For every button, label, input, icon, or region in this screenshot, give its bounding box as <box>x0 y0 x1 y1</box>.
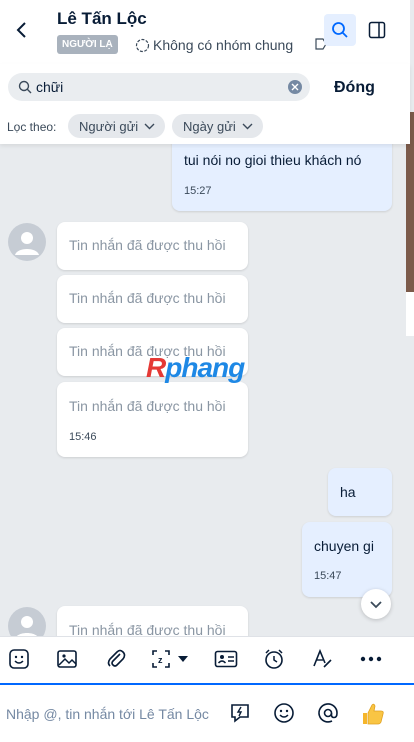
contact-card-icon <box>214 650 238 668</box>
side-panel-icon <box>368 21 386 39</box>
conversation-info-button[interactable] <box>364 16 390 44</box>
text-format-icon <box>313 648 332 668</box>
close-search-button[interactable]: Đóng <box>334 79 375 97</box>
emoji-button[interactable] <box>272 701 296 725</box>
sticker-icon <box>9 649 29 669</box>
more-options-button[interactable] <box>359 647 383 671</box>
mention-button[interactable] <box>316 701 340 725</box>
search-field[interactable] <box>8 73 310 101</box>
message-bubble-recalled[interactable]: Tin nhắn đã được thu hồi 15:46 <box>57 382 248 457</box>
image-button[interactable] <box>55 647 79 671</box>
reminder-button[interactable] <box>262 647 286 671</box>
message-search-bar: Đóng Lọc theo: Người gửi Ngày gửi <box>0 64 410 144</box>
more-icon <box>360 656 382 662</box>
quick-message-icon <box>231 704 249 723</box>
sticker-button[interactable] <box>7 647 31 671</box>
mutual-groups[interactable]: Không có nhóm chung <box>135 35 293 55</box>
chevron-down-icon <box>144 123 155 129</box>
search-icon <box>18 80 32 94</box>
clear-search-button[interactable] <box>288 80 302 94</box>
emoji-icon <box>274 703 294 723</box>
message-text: ha <box>340 484 356 500</box>
svg-text:z: z <box>158 655 163 665</box>
message-text: Tin nhắn đã được thu hồi <box>69 237 226 253</box>
scroll-to-bottom-button[interactable] <box>361 589 391 619</box>
contact-name[interactable]: Lê Tấn Lộc <box>57 9 147 29</box>
message-bubble-recalled[interactable]: Tin nhắn đã được thu hồi <box>57 222 248 270</box>
close-icon <box>291 83 299 91</box>
like-button[interactable] <box>360 701 386 727</box>
message-time: 15:27 <box>184 185 212 197</box>
message-input[interactable] <box>6 703 221 725</box>
message-bubble-recalled[interactable]: Tin nhắn đã được thu hồi <box>57 275 248 323</box>
contact-card-button[interactable] <box>214 647 238 671</box>
paperclip-icon <box>107 649 126 667</box>
filter-label: Lọc theo: <box>7 120 57 134</box>
message-bubble-outgoing[interactable]: chuyen gi 15:47 <box>302 522 392 597</box>
chat-header: Lê Tấn Lộc NGƯỜI LẠ Không có nhóm chung <box>0 0 410 64</box>
message-time: 15:47 <box>314 570 342 582</box>
avatar[interactable] <box>8 223 46 261</box>
message-bubble-outgoing[interactable]: ha <box>328 468 392 516</box>
text-format-button[interactable] <box>310 647 334 671</box>
mutual-groups-label: Không có nhóm chung <box>153 37 294 53</box>
chevron-down-icon <box>242 123 253 129</box>
alarm-clock-icon <box>265 649 283 669</box>
chevron-down-icon <box>370 601 382 609</box>
message-composer <box>0 683 414 742</box>
caret-down-icon <box>178 656 188 662</box>
message-text: Tin nhắn đã được thu hồi <box>69 398 226 414</box>
filter-date-label: Ngày gửi <box>183 118 236 134</box>
message-text: Tin nhắn đã được thu hồi <box>69 290 226 306</box>
group-icon <box>135 38 150 52</box>
search-icon <box>332 22 348 38</box>
quick-message-button[interactable] <box>228 701 252 725</box>
search-input[interactable] <box>36 77 276 97</box>
composer-toolbar: z <box>0 636 414 683</box>
watermark-logo: Rphang <box>146 352 245 383</box>
filter-sender-dropdown[interactable]: Người gửi <box>68 114 166 138</box>
filter-sender-label: Người gửi <box>79 118 139 134</box>
chevron-left-icon <box>16 22 26 38</box>
screenshot-button[interactable]: z <box>150 647 194 671</box>
search-button[interactable] <box>324 14 356 46</box>
thumbs-up-icon <box>363 703 384 725</box>
message-text: tui nói no gioi thieu khách nó <box>184 152 362 168</box>
image-icon <box>57 650 77 668</box>
back-button[interactable] <box>10 18 32 42</box>
message-text: chuyen gi <box>314 538 374 554</box>
screenshot-icon: z <box>152 650 170 668</box>
message-time: 15:46 <box>69 431 97 443</box>
stranger-badge: NGƯỜI LẠ <box>57 35 118 54</box>
attach-file-button[interactable] <box>104 647 128 671</box>
mention-icon <box>318 703 338 723</box>
filter-date-dropdown[interactable]: Ngày gửi <box>172 114 263 138</box>
side-panel-fragment-light <box>406 292 414 336</box>
